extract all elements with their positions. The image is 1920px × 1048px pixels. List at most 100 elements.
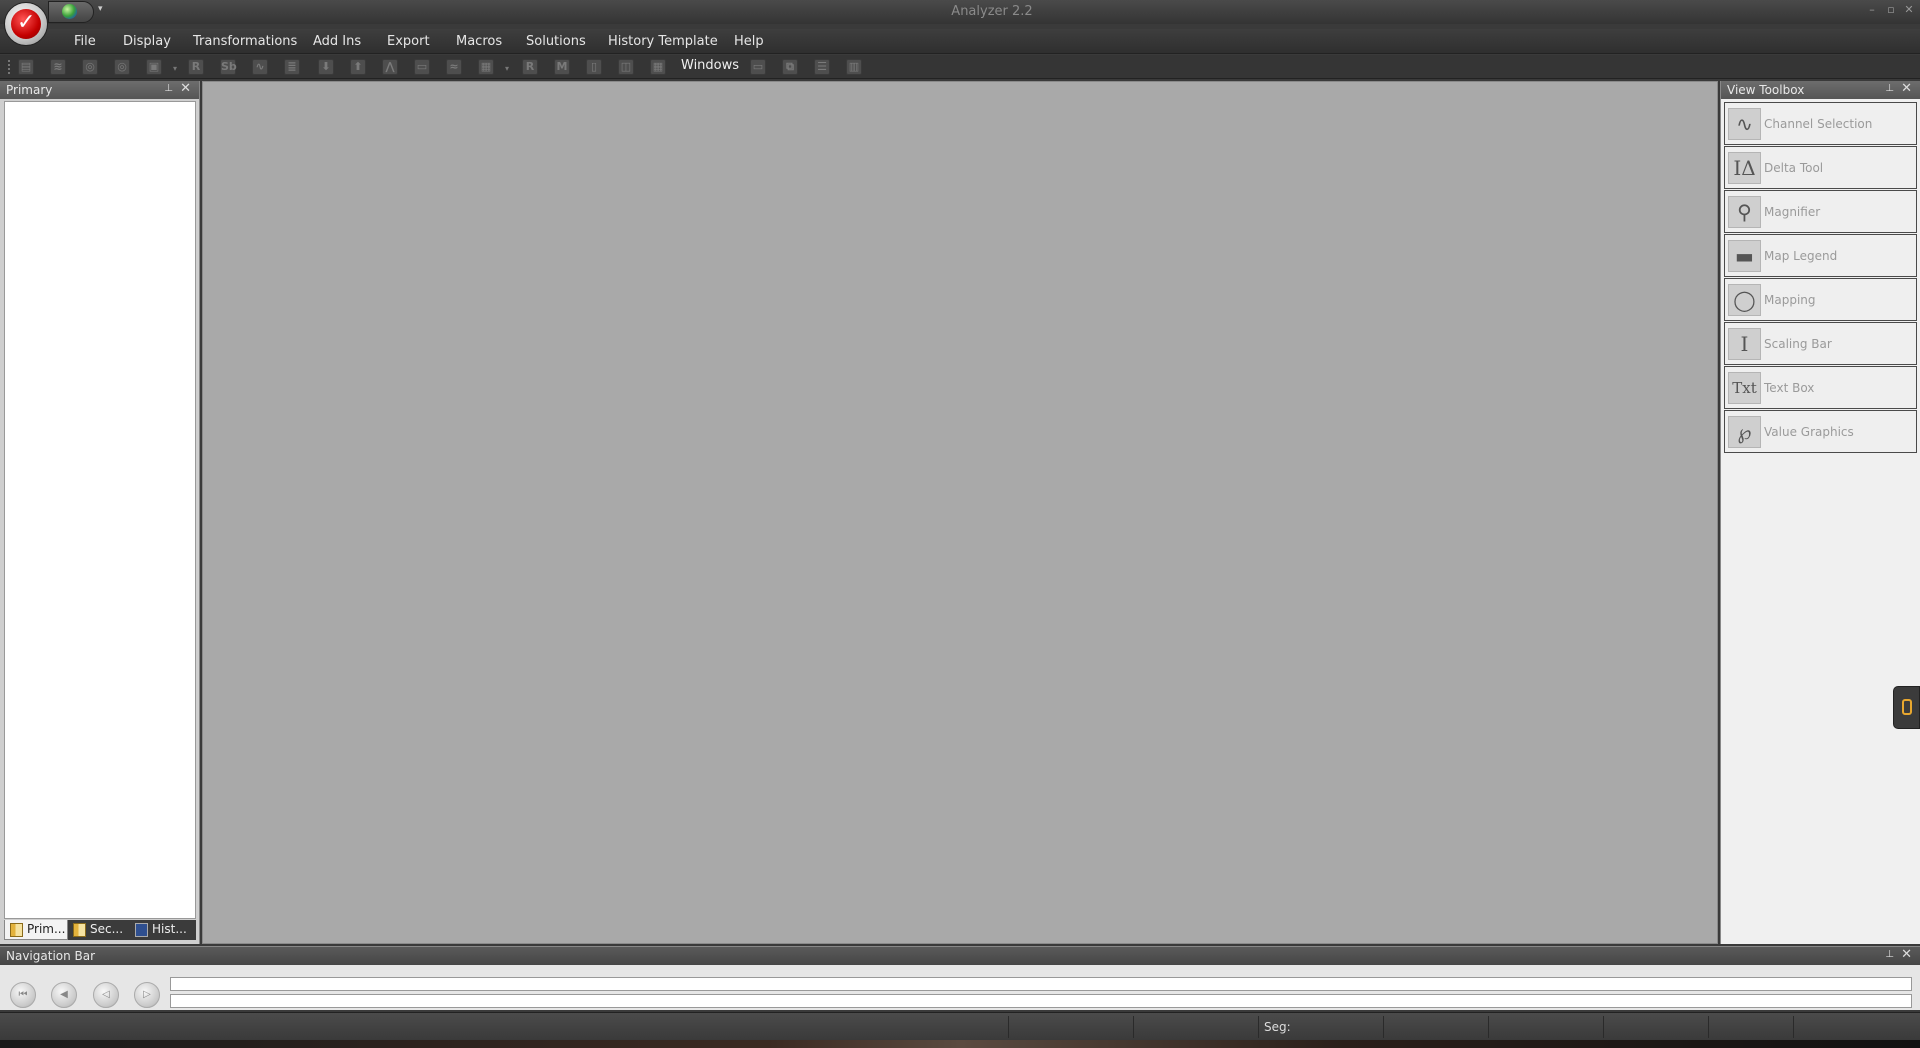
tool-delta-tool[interactable]: IΔ Delta Tool	[1724, 146, 1917, 189]
book-icon[interactable]: ▯	[586, 59, 602, 75]
chevron-down-icon[interactable]: ▾	[173, 64, 177, 73]
tool-label: Value Graphics	[1764, 425, 1854, 439]
navigation-bar-title: Navigation Bar	[6, 949, 96, 963]
navigation-overview-track[interactable]	[170, 977, 1912, 991]
menu-bar: File Display Transformations Add Ins Exp…	[0, 29, 1920, 54]
menu-history-template[interactable]: History Template	[608, 34, 718, 49]
status-separator	[1258, 1016, 1259, 1038]
overlay-icon[interactable]: ≈	[446, 59, 462, 75]
tool-magnifier[interactable]: ⚲ Magnifier	[1724, 190, 1917, 233]
window-cascade-icon[interactable]: ⧉	[782, 59, 798, 75]
view-toolbox-panel: View Toolbox ⊥ ✕ ∿ Channel Selection IΔ …	[1720, 81, 1920, 944]
tool-scaling-bar[interactable]: I Scaling Bar	[1724, 322, 1917, 365]
status-bar: Seg:	[0, 1012, 1920, 1040]
tool-mapping[interactable]: ◯ Mapping	[1724, 278, 1917, 321]
windows-label[interactable]: Windows	[681, 58, 739, 73]
toolbar-grip[interactable]	[8, 60, 11, 74]
menu-help[interactable]: Help	[734, 34, 764, 49]
checkmark-icon	[11, 9, 41, 39]
tool-map-legend[interactable]: ▬ Map Legend	[1724, 234, 1917, 277]
zoom-fit-icon[interactable]: ▣	[146, 59, 162, 75]
pin-icon[interactable]: ⊥	[1885, 83, 1894, 94]
menu-display[interactable]: Display	[123, 34, 171, 49]
first-icon[interactable]: ⏮	[10, 982, 36, 1008]
tool-text-box[interactable]: Txt Text Box	[1724, 366, 1917, 409]
navigation-bar-panel: Navigation Bar ⊥ ✕ ⏮ ◀ ◁ ▷	[0, 946, 1920, 1010]
primary-panel-header: Primary ⊥ ✕	[0, 81, 199, 99]
r-icon[interactable]: R	[188, 59, 204, 75]
tab-label: Prim...	[27, 922, 66, 936]
tool-value-graphics[interactable]: ℘ Value Graphics	[1724, 410, 1917, 453]
navigation-bar-header: Navigation Bar ⊥ ✕	[0, 947, 1920, 965]
close-icon[interactable]: ✕	[1901, 81, 1912, 96]
transform-icon[interactable]: ≋	[50, 59, 66, 75]
minimize-icon[interactable]: –	[1865, 3, 1879, 17]
menu-export[interactable]: Export	[387, 34, 430, 49]
status-separator	[1383, 1016, 1384, 1038]
desktop-taskbar-strip	[0, 1040, 1920, 1048]
grid-icon[interactable]: ▦	[478, 59, 494, 75]
primary-panel: Primary ⊥ ✕ Prim... Sec... Hist...	[0, 81, 200, 944]
tile-icon[interactable]: ▦	[650, 59, 666, 75]
peak-icon[interactable]: ⋀	[382, 59, 398, 75]
arrow-up-icon[interactable]: ⬆	[350, 59, 366, 75]
status-separator	[1708, 1016, 1709, 1038]
open-node-icon[interactable]: ▤	[18, 59, 34, 75]
window-single-icon[interactable]: ▭	[750, 59, 766, 75]
tab-primary[interactable]: Prim...	[4, 920, 68, 940]
back-icon[interactable]: ◁	[93, 982, 119, 1008]
r-marker-icon[interactable]: R	[522, 59, 538, 75]
pin-icon[interactable]: ⊥	[164, 83, 173, 94]
menu-file[interactable]: File	[74, 34, 96, 49]
menu-add-ins[interactable]: Add Ins	[313, 34, 361, 49]
list-icon[interactable]: ≣	[284, 59, 300, 75]
view-toolbox-header: View Toolbox ⊥ ✕	[1721, 81, 1920, 99]
zoom-out-icon[interactable]: ◎	[114, 59, 130, 75]
window-title: Analyzer 2.2	[951, 4, 1033, 19]
previous-icon[interactable]: ◀	[51, 982, 77, 1008]
restore-icon[interactable]: ▫	[1884, 3, 1898, 17]
pen-drive-icon	[1902, 699, 1912, 715]
status-separator	[1008, 1016, 1009, 1038]
text-box-icon: Txt	[1728, 372, 1761, 404]
status-separator	[1488, 1016, 1489, 1038]
tab-secondary[interactable]: Sec...	[68, 920, 130, 940]
waveform-icon[interactable]: ∿	[252, 59, 268, 75]
tool-channel-selection[interactable]: ∿ Channel Selection	[1724, 102, 1917, 145]
sb-icon[interactable]: Sb	[220, 59, 237, 75]
tool-label: Mapping	[1764, 293, 1816, 307]
side-panel-handle[interactable]	[1893, 686, 1920, 729]
forward-icon[interactable]: ▷	[134, 982, 160, 1008]
book-icon	[10, 923, 23, 937]
zoom-in-icon[interactable]: ◎	[82, 59, 98, 75]
close-icon[interactable]: ✕	[180, 81, 191, 96]
tab-history[interactable]: Hist...	[130, 920, 196, 940]
window-vertical-icon[interactable]: ▥	[846, 59, 862, 75]
tab-label: Hist...	[152, 922, 187, 936]
mapping-icon: ◯	[1728, 284, 1761, 316]
primary-node-tree[interactable]	[4, 101, 196, 919]
pin-icon[interactable]: ⊥	[1885, 949, 1894, 960]
menu-solutions[interactable]: Solutions	[526, 34, 586, 49]
chevron-down-icon[interactable]: ▾	[505, 64, 509, 73]
menu-transformations[interactable]: Transformations	[193, 34, 297, 49]
arrow-down-icon[interactable]: ⬇	[318, 59, 334, 75]
menu-macros[interactable]: Macros	[456, 34, 502, 49]
close-icon[interactable]: ✕	[1902, 3, 1916, 17]
segment-indicator: Seg:	[1264, 1020, 1291, 1034]
window-horizontal-icon[interactable]: ☰	[814, 59, 830, 75]
close-icon[interactable]: ✕	[1901, 947, 1912, 962]
layout-icon[interactable]: ◫	[618, 59, 634, 75]
toolbar: ▤ ≋ ◎ ◎ ▣ ▾ R Sb ∿ ≣ ⬇ ⬆ ⋀ ▭ ≈ ▦ ▾ R M ▯…	[0, 55, 1920, 79]
delta-tool-icon: IΔ	[1728, 152, 1761, 184]
tool-label: Delta Tool	[1764, 161, 1824, 175]
baseline-icon[interactable]: ▭	[414, 59, 430, 75]
tool-label: Scaling Bar	[1764, 337, 1832, 351]
status-separator	[1603, 1016, 1604, 1038]
m-marker-icon[interactable]: M	[554, 59, 570, 75]
navigation-detail-track[interactable]	[170, 994, 1912, 1008]
main-workspace[interactable]	[202, 81, 1718, 944]
channel-selection-icon: ∿	[1728, 108, 1761, 140]
history-icon	[135, 923, 148, 937]
app-orb-button[interactable]	[4, 2, 48, 46]
